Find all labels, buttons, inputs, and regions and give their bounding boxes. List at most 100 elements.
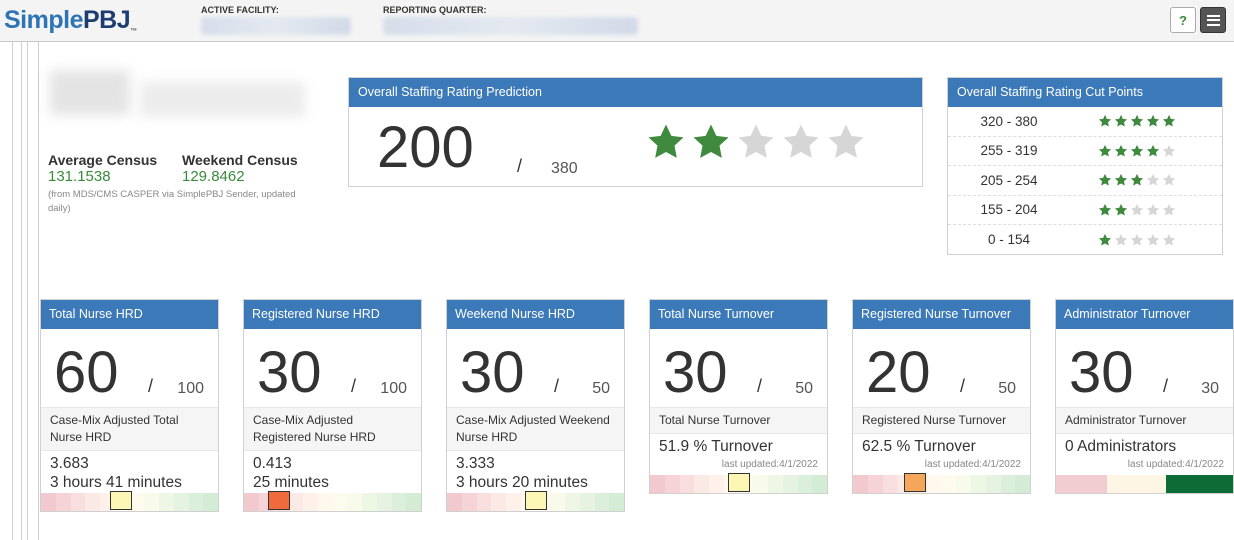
metric-description: Case-Mix Adjusted Total Nurse HRD [41,407,218,451]
hamburger-icon [1206,14,1220,26]
rating-marker [524,491,547,510]
cut-point-range: 320 - 380 [980,113,1038,129]
rating-scale-bar [447,491,624,511]
metric-description: Registered Nurse Turnover [853,407,1030,434]
star-filled-icon [1114,174,1128,186]
metric-score: 30 [1069,340,1134,405]
metric-value-primary: 3.333 [456,455,495,472]
metric-max-score: 50 [592,380,610,397]
rating-scale-bar [853,473,1030,493]
metric-score-area: 30 / 100 [244,329,421,407]
score-separator: / [960,376,966,396]
metric-value-primary: 62.5 % Turnover [862,438,976,455]
star-empty-icon [1130,233,1144,246]
cut-point-stars [1098,233,1176,247]
star-empty-icon [738,124,774,158]
last-updated: last updated:4/1/2022 [1127,459,1224,470]
metric-score-area: 60 / 100 [41,329,218,407]
star-empty-icon [1114,233,1128,246]
rating-marker [727,473,750,492]
cut-point-stars [1098,114,1176,128]
star-filled-icon [1098,144,1112,157]
star-empty-icon [1146,203,1160,216]
metric-max-score: 30 [1201,380,1219,397]
star-empty-icon [1162,233,1176,246]
rating-marker [109,491,132,510]
metric-value-secondary: 3 hours 41 minutes [50,474,182,491]
score-separator: / [148,376,154,396]
rating-marker [903,473,926,492]
metric-value-secondary: 3 hours 20 minutes [456,474,588,491]
max-score: 380 [551,160,578,177]
metric-score-area: 20 / 50 [853,329,1030,407]
metric-card-title: Weekend Nurse HRD [447,300,624,329]
star-empty-icon [1130,203,1144,216]
cut-point-row: 205 - 254 [948,166,1222,196]
star-empty-icon [1162,174,1176,186]
menu-button[interactable] [1200,7,1226,33]
cut-points-title: Overall Staffing Rating Cut Points [948,78,1222,107]
reporting-quarter-select[interactable] [383,17,638,35]
score-separator: / [517,156,523,176]
metric-max-score: 100 [380,380,407,397]
metric-value-primary: 0 Administrators [1065,438,1177,455]
star-filled-icon [1130,144,1144,157]
cut-point-range: 155 - 204 [980,202,1038,218]
star-filled-icon [1098,233,1112,246]
top-bar: SimplePBJ™ ACTIVE FACILITY: REPORTING QU… [0,0,1234,42]
metric-description: Administrator Turnover [1056,407,1233,434]
metric-value-primary: 3.683 [50,455,89,472]
active-facility-label: ACTIVE FACILITY: [201,5,279,15]
metric-value-secondary: 25 minutes [253,474,329,491]
metric-score-area: 30 / 30 [1056,329,1233,407]
metric-value: 3.683 3 hours 41 minutes [41,451,218,493]
rating-scale-bar [41,491,218,511]
star-empty-icon [1146,174,1160,186]
star-filled-icon [1162,115,1176,127]
facility-name-blurred [50,70,130,115]
metric-card-title: Registered Nurse Turnover [853,300,1030,329]
metric-value: 3.333 3 hours 20 minutes [447,451,624,493]
metric-card: Registered Nurse Turnover 20/50 Registered… [852,299,1031,494]
star-filled-icon [1098,115,1112,127]
metric-card-title: Total Nurse HRD [41,300,218,329]
cut-point-range: 255 - 319 [980,143,1038,159]
cut-point-range: 0 - 154 [987,232,1031,248]
metric-card: Administrator Turnover 30/30 Administrator… [1055,299,1234,494]
star-filled-icon [693,124,729,158]
metric-value-primary: 0.413 [253,455,292,472]
predicted-star-rating [646,122,866,162]
cut-point-stars [1098,173,1176,187]
star-filled-icon [1130,115,1144,127]
rating-scale-bar [1056,475,1233,493]
metric-value: 62.5 % Turnover last updated:4/1/2022 [853,434,1030,475]
metric-card: Total Nurse HRD 60 / 100 Case-Mix Adjusted T… [40,299,219,512]
last-updated: last updated:4/1/2022 [924,459,1021,470]
score-separator: / [1163,376,1169,396]
metric-score: 30 [460,340,525,405]
last-updated: last updated:4/1/2022 [721,459,818,470]
average-census-label: Average Census [48,152,158,168]
metric-card: Weekend Nurse HRD 30 / 50 Case-Mix Adjusted … [446,299,625,512]
star-filled-icon [1114,144,1128,157]
weekend-census-label: Weekend Census [182,152,298,168]
metric-score-area: 30 / 50 [447,329,624,407]
average-census-value: 131.1538 [48,168,111,185]
active-facility-select[interactable] [201,17,351,35]
metric-card: Total Nurse Turnover 30/50 Total Nurse Tur… [649,299,828,494]
metric-description: Total Nurse Turnover [650,407,827,434]
metric-value: 51.9 % Turnover last updated:4/1/2022 [650,434,827,475]
star-empty-icon [1162,203,1176,216]
simplepbj-logo[interactable]: SimplePBJ™ [4,6,137,35]
metric-max-score: 50 [998,380,1016,397]
cut-points-panel: Overall Staffing Rating Cut Points 320 -… [947,77,1223,255]
cut-point-range: 205 - 254 [980,172,1038,188]
score-separator: / [757,376,763,396]
cut-point-row: 320 - 380 [948,107,1222,137]
metric-card-title: Administrator Turnover [1056,300,1233,329]
help-button[interactable]: ? [1170,7,1196,33]
cut-point-stars [1098,203,1176,217]
help-icon: ? [1179,12,1187,28]
star-empty-icon [783,124,819,158]
metric-value: 0.413 25 minutes [244,451,421,493]
